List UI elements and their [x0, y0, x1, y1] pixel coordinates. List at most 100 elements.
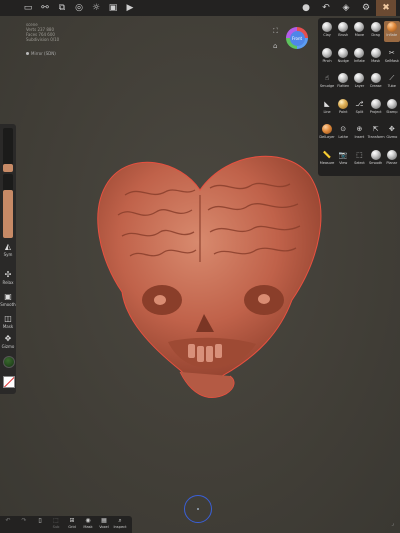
tools-icon[interactable]: ✖: [376, 0, 396, 16]
navigation-joystick[interactable]: [184, 495, 212, 523]
tool-smooth[interactable]: Smooth: [368, 149, 384, 170]
symmetry-icon: ◭: [4, 242, 12, 251]
tool-label: Insert: [354, 135, 365, 139]
tool-label: Flatten: [337, 84, 350, 88]
tool-insert[interactable]: ⊕ Insert: [351, 123, 367, 144]
left-tool-gizmo[interactable]: ✥ Gizmo: [0, 334, 16, 349]
bottom-label: Voxel: [99, 525, 109, 529]
bottom-mask-button[interactable]: ◉ Mask: [80, 516, 96, 533]
tool-nudge-icon: [338, 47, 349, 58]
view-gizmo[interactable]: Front: [286, 27, 308, 49]
bottom-voxel-button[interactable]: ▦ Voxel: [96, 516, 112, 533]
bottom-phone-button[interactable]: ▯: [32, 516, 48, 533]
tool-line[interactable]: ◣ Line: [319, 98, 335, 119]
tool-brush-icon: [338, 22, 349, 32]
image-icon[interactable]: ▣: [105, 0, 121, 16]
tool-dellayer[interactable]: DelLayer: [319, 123, 335, 144]
left-tool-smooth[interactable]: ▣ Smooth: [0, 292, 16, 307]
share-icon[interactable]: ⚯: [37, 0, 53, 16]
tool-label: Layer: [354, 84, 365, 88]
bottom-label: Grid: [68, 525, 76, 529]
tool-selmask[interactable]: ✂ SelMask: [384, 47, 400, 68]
sun-icon[interactable]: ☼: [88, 0, 104, 16]
tool-view[interactable]: 📷 View: [335, 149, 351, 170]
tool-inflate-icon: [386, 22, 397, 32]
tool-label: Mask: [371, 58, 381, 63]
tool-tube[interactable]: ⟋ Tube: [384, 72, 400, 93]
bottom-inspect-button[interactable]: ⌕ Inspect: [112, 516, 128, 533]
tool-lathe[interactable]: ⊙ Lathe: [335, 123, 351, 144]
tool-inflate[interactable]: Inflate: [383, 21, 400, 42]
tool-project[interactable]: Project: [368, 98, 384, 119]
tool-label: Measure: [319, 160, 335, 165]
tool-transform[interactable]: ⇱ Transform: [367, 123, 385, 144]
mirror-dot-icon: [26, 52, 29, 55]
bottom-undo-button[interactable]: ↶: [0, 516, 16, 533]
left-tool-sym[interactable]: ◭ Sym: [0, 242, 16, 257]
tool-layer[interactable]: Layer: [351, 72, 367, 93]
tool-label: Smudge: [319, 84, 335, 88]
tool-gizmo[interactable]: ✥ Gizmo: [384, 123, 400, 144]
mask-icon: ◉: [85, 517, 91, 524]
tool-measure-icon: 📏: [322, 150, 332, 159]
viewport[interactable]: ▭ ⚯ ⧉ ◎ ☼ ▣ ▶ ● ↶ ◈ ⚙ ✖ scene Verts 237 880 Faces …: [0, 0, 400, 533]
left-tool-relax[interactable]: ✣ Relax: [0, 270, 16, 285]
tool-label: Planar: [386, 160, 398, 165]
tool-nudge[interactable]: Nudge: [335, 47, 351, 68]
tool-paint[interactable]: Paint: [335, 98, 351, 119]
gizmo-face-label[interactable]: Front: [289, 30, 305, 46]
matcap-icon[interactable]: ●: [296, 0, 316, 16]
tool-planar-icon: [386, 149, 397, 160]
tool-label: DelLayer: [319, 135, 335, 139]
tool-label: Brush: [338, 33, 349, 37]
tool-mask[interactable]: Mask: [368, 47, 384, 68]
tool-gizmo-icon: ✥: [388, 125, 395, 133]
layers-icon[interactable]: ⧉: [54, 0, 70, 16]
tool-measure[interactable]: 📏 Measure: [319, 149, 335, 170]
tool-clay[interactable]: Clay: [319, 21, 335, 42]
tool-stamp[interactable]: Stamp: [384, 98, 400, 119]
tool-crease-icon: [370, 73, 381, 83]
gear-icon[interactable]: ⚙: [356, 0, 376, 16]
tool-select[interactable]: ⬚ Select: [351, 149, 367, 170]
radius-slider[interactable]: [3, 128, 13, 172]
mirror-status[interactable]: Mirror (SDN): [26, 51, 56, 56]
phone-icon: ▯: [38, 517, 42, 524]
tool-drag[interactable]: Drag: [368, 21, 384, 42]
folder-icon[interactable]: ▭: [20, 0, 36, 16]
tool-project-icon: [370, 98, 381, 109]
left-tool-mask[interactable]: ◫ Mask: [0, 314, 16, 329]
tool-planar[interactable]: Planar: [384, 149, 400, 170]
bottom-subdivide-button[interactable]: ⬚ Sub: [48, 516, 64, 533]
frame-icon[interactable]: ⛶: [273, 27, 278, 36]
tool-smooth-icon: [370, 149, 381, 160]
bottom-redo-button[interactable]: ↷: [16, 516, 32, 533]
bottom-grid-button[interactable]: ⊞ Grid: [64, 516, 80, 533]
intensity-slider[interactable]: [3, 174, 13, 238]
tool-inflate[interactable]: Inflate: [351, 47, 367, 68]
tool-pinch[interactable]: Pinch: [319, 47, 335, 68]
tool-label: Transform: [367, 135, 385, 139]
tool-flatten[interactable]: Flatten: [335, 72, 351, 93]
tool-move-icon: [354, 22, 365, 32]
tool-brush[interactable]: Brush: [335, 21, 351, 42]
tool-view-icon: 📷: [338, 150, 348, 159]
left-tool-label: Mask: [2, 324, 14, 329]
tool-tube-icon: ⟋: [389, 74, 395, 82]
tool-label: Lathe: [338, 135, 348, 139]
color-swatch[interactable]: [3, 356, 15, 368]
tool-move[interactable]: Move: [351, 21, 367, 42]
tool-crease[interactable]: Crease: [368, 72, 384, 93]
tool-stamp-icon: [386, 98, 397, 109]
video-icon[interactable]: ▶: [122, 0, 138, 16]
undo-icon[interactable]: ↶: [316, 0, 336, 16]
corner-handle-icon[interactable]: ⌟: [391, 520, 394, 527]
home-icon[interactable]: ⌂: [273, 42, 277, 50]
material-swatch[interactable]: [3, 376, 15, 388]
tool-smudge-icon: ☝: [324, 74, 330, 82]
stack-icon[interactable]: ◈: [336, 0, 356, 16]
tool-split[interactable]: ⎇ Split: [351, 98, 367, 119]
tool-smudge[interactable]: ☝ Smudge: [319, 72, 335, 93]
globe-icon[interactable]: ◎: [71, 0, 87, 16]
tool-label: Tube: [387, 84, 396, 88]
